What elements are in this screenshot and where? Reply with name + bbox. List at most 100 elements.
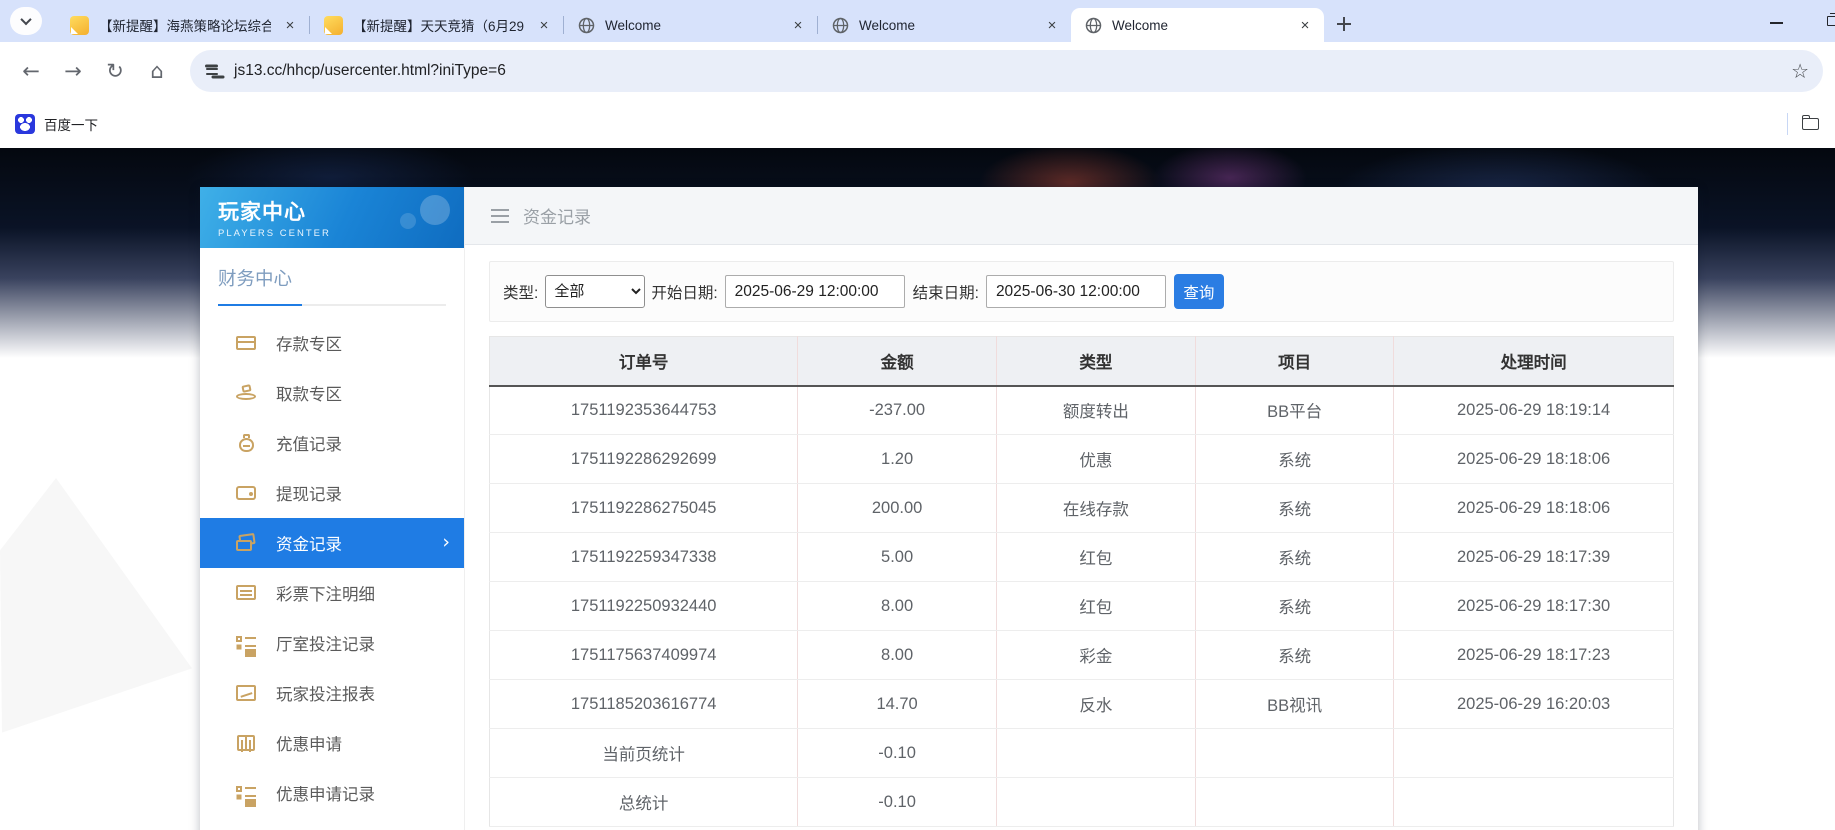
table-cell: 红包 <box>995 532 1196 582</box>
table-cell: 1751192259347338 <box>489 532 798 582</box>
table-cell: 5.00 <box>797 532 997 582</box>
table-row: 1751185203616774 14.70 反水 BB视讯 2025-06-29 16… <box>489 679 1674 729</box>
sidebar-section-label: 财务中心 <box>218 268 293 289</box>
table-body: 1751192353644753 -237.00 额度转出 BB平台 2025-06-2… <box>489 385 1674 827</box>
tab-close-icon[interactable]: × <box>789 16 807 34</box>
table-cell: 在线存款 <box>995 483 1196 533</box>
table-cell: 2025-06-29 18:18:06 <box>1393 434 1674 484</box>
sidebar-item-card[interactable]: 存款专区 › <box>200 318 464 368</box>
start-date-input[interactable] <box>724 275 905 308</box>
table-row: 总统计 -0.10 <box>489 777 1674 827</box>
back-icon[interactable]: ← <box>14 54 48 88</box>
new-tab-button[interactable] <box>1330 10 1358 38</box>
table-cell: 2025-06-29 18:17:30 <box>1393 581 1674 631</box>
table-cell: 2025-06-29 16:20:03 <box>1393 679 1674 729</box>
start-date-label: 开始日期: <box>651 284 718 302</box>
wallet-icon <box>236 484 256 502</box>
table-row: 当前页统计 -0.10 <box>489 728 1674 778</box>
sidebar-title: 玩家中心 <box>218 201 306 224</box>
type-select[interactable]: 全部 <box>545 275 646 308</box>
browser-tab[interactable]: Welcome × <box>818 8 1071 42</box>
bookmarks-separator <box>1787 113 1788 135</box>
browser-tab[interactable]: 【新提醒】海燕策略论坛综合交 × <box>56 8 309 42</box>
type-label: 类型: <box>503 284 539 302</box>
table-cell: 1751192250932440 <box>489 581 798 631</box>
restore-window-icon[interactable] <box>1827 13 1835 26</box>
tab-close-icon[interactable]: × <box>1296 16 1314 34</box>
card-icon <box>236 334 256 352</box>
sidebar-item-bag[interactable]: 充值记录 › <box>200 418 464 468</box>
sidebar-item-label: 充值记录 <box>276 436 342 454</box>
end-date-input[interactable] <box>985 275 1166 308</box>
table-row: 1751192353644753 -237.00 额度转出 BB平台 2025-06-2… <box>489 385 1674 435</box>
search-button[interactable]: 查询 <box>1173 274 1224 309</box>
home-icon[interactable]: ⌂ <box>140 54 174 88</box>
sidebar-item-label: 存款专区 <box>276 336 342 354</box>
sidebar-item-list[interactable]: 彩票下注明细 › <box>200 568 464 618</box>
sidebar-item-listalt[interactable]: 厅室投注记录 › <box>200 618 464 668</box>
browser-tab[interactable]: Welcome × <box>564 8 817 42</box>
baidu-favicon <box>15 114 35 134</box>
table-row: 1751192286292699 1.20 优惠 系统 2025-06-29 18:18… <box>489 434 1674 484</box>
listalt-icon <box>236 634 256 652</box>
table-cell: 14.70 <box>797 679 997 729</box>
menu-toggle-icon[interactable] <box>491 208 509 223</box>
table-cell: 2025-06-29 18:17:23 <box>1393 630 1674 680</box>
page-viewport: 玩家中心 PLAYERS CENTER 财务中心 存款专区 › 取款专区 › <box>0 148 1835 830</box>
sidebar-item-gift[interactable]: 优惠申请 › <box>200 718 464 768</box>
tab-close-icon[interactable]: × <box>1043 16 1061 34</box>
sidebar-item-wallet[interactable]: 提现记录 › <box>200 468 464 518</box>
sidebar-item-label: 取款专区 <box>276 386 342 404</box>
column-header: 处理时间 <box>1393 336 1674 387</box>
address-bar[interactable]: js13.cc/hhcp/usercenter.html?iniType=6 ☆ <box>190 50 1823 92</box>
globe-favicon <box>578 17 595 34</box>
url-text[interactable]: js13.cc/hhcp/usercenter.html?iniType=6 <box>234 62 1791 80</box>
bookmark-star-icon[interactable]: ☆ <box>1791 59 1809 83</box>
other-bookmarks-folder-icon[interactable] <box>1802 115 1819 130</box>
table-cell: -0.10 <box>797 777 997 827</box>
list-icon <box>236 584 256 602</box>
section-underline <box>218 304 446 306</box>
table-cell <box>1194 728 1394 778</box>
sidebar-header: 玩家中心 PLAYERS CENTER <box>200 187 464 248</box>
table-cell: 8.00 <box>797 630 997 680</box>
table-cell: 优惠 <box>995 434 1196 484</box>
sidebar-item-listalt[interactable]: 优惠申请记录 › <box>200 768 464 818</box>
browser-tab[interactable]: Welcome × <box>1071 8 1324 42</box>
hand-icon <box>236 384 256 402</box>
tab-search-button[interactable] <box>10 7 42 35</box>
table-cell: 反水 <box>995 679 1196 729</box>
browser-tab[interactable]: 【新提醒】天天竞猜（6月29日 × <box>310 8 563 42</box>
sidebar-item-money[interactable]: 资金记录 › <box>200 518 464 568</box>
bookmarks-bar: 百度一下 <box>0 100 1835 148</box>
table-cell: 1751192353644753 <box>489 385 798 435</box>
site-info-icon[interactable] <box>198 57 226 85</box>
tab-close-icon[interactable]: × <box>281 16 299 34</box>
column-header: 项目 <box>1194 336 1394 387</box>
sidebar-item-label: 资金记录 <box>276 536 342 554</box>
table-row: 1751175637409974 8.00 彩金 系统 2025-06-29 18:17… <box>489 630 1674 680</box>
table-cell: BB视讯 <box>1194 679 1394 729</box>
gift-icon <box>236 734 256 752</box>
forward-icon[interactable]: → <box>56 54 90 88</box>
table-cell <box>995 777 1196 827</box>
sidebar-item-hand[interactable]: 取款专区 › <box>200 368 464 418</box>
tab-title: Welcome <box>605 17 662 33</box>
tab-close-icon[interactable]: × <box>535 16 553 34</box>
tab-list: 【新提醒】海燕策略论坛综合交 × 【新提醒】天天竞猜（6月29日 × Welco… <box>56 0 1324 42</box>
sidebar-item-label: 优惠申请 <box>276 736 342 754</box>
reload-icon[interactable]: ↻ <box>98 54 132 88</box>
sidebar-item-label: 玩家投注报表 <box>276 686 375 704</box>
chevron-down-icon <box>20 13 32 26</box>
background-triangle-watermark <box>0 478 192 733</box>
sidebar-item-chart[interactable]: 玩家投注报表 › <box>200 668 464 718</box>
end-date-label: 结束日期: <box>912 284 979 302</box>
globe-favicon <box>832 17 849 34</box>
table-cell <box>995 728 1196 778</box>
bookmark-baidu[interactable]: 百度一下 <box>44 114 98 134</box>
table-cell: 1.20 <box>797 434 997 484</box>
tab-title: 【新提醒】天天竞猜（6月29日 <box>353 19 525 34</box>
table-cell: 200.00 <box>797 483 997 533</box>
minimize-icon[interactable] <box>1770 22 1783 24</box>
main-content: 资金记录 类型: 全部 开始日期: 结束日期: 查询 订单号金额类型项目处理时间… <box>465 187 1698 830</box>
